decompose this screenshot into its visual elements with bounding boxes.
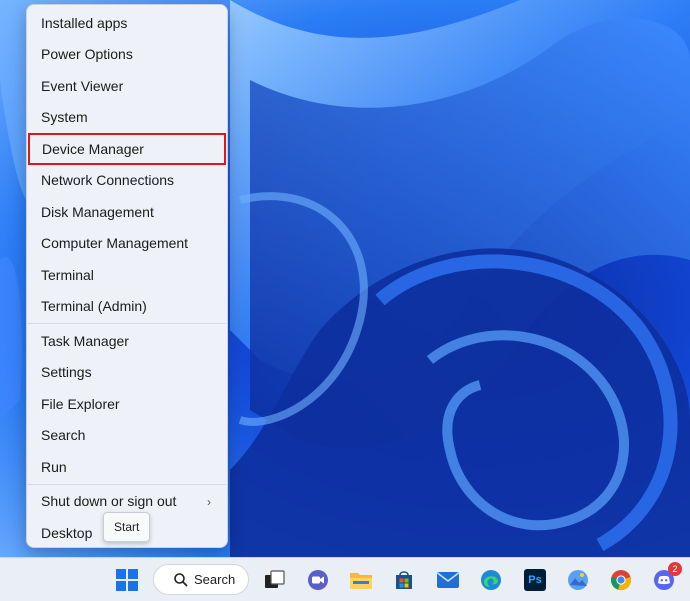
photoshop-icon[interactable]: Ps [521,566,549,594]
notification-badge: 2 [668,562,682,576]
taskbar: Search Ps 2 [0,557,690,601]
microsoft-store-icon[interactable] [390,566,418,594]
winx-context-menu: Installed apps Power Options Event Viewe… [26,4,228,548]
mail-icon[interactable] [434,566,462,594]
edge-icon[interactable] [477,566,505,594]
menu-item-disk-management[interactable]: Disk Management [27,196,227,228]
menu-item-power-options[interactable]: Power Options [27,39,227,71]
menu-item-device-manager[interactable]: Device Manager [28,133,226,165]
menu-item-search[interactable]: Search [27,420,227,452]
menu-item-task-manager[interactable]: Task Manager [27,325,227,357]
menu-separator [28,483,226,485]
file-explorer-icon[interactable] [347,566,375,594]
taskbar-search-box[interactable]: Search [153,564,249,595]
discord-icon[interactable]: 2 [650,562,682,594]
menu-item-computer-management[interactable]: Computer Management [27,228,227,260]
photoshop-label: Ps [524,569,546,591]
video-chat-icon[interactable] [304,566,332,594]
menu-item-network-connections[interactable]: Network Connections [27,165,227,197]
menu-item-run[interactable]: Run [27,451,227,483]
chevron-right-icon: › [207,494,211,509]
task-view-icon[interactable] [261,566,289,594]
menu-item-shut-down-label: Shut down or sign out [41,493,177,510]
menu-item-event-viewer[interactable]: Event Viewer [27,70,227,102]
menu-item-installed-apps[interactable]: Installed apps [27,7,227,39]
menu-item-file-explorer[interactable]: File Explorer [27,388,227,420]
search-icon [174,572,188,587]
menu-item-settings[interactable]: Settings [27,357,227,389]
windows-start-icon[interactable] [113,566,141,594]
menu-item-system[interactable]: System [27,102,227,134]
menu-item-terminal-admin[interactable]: Terminal (Admin) [27,291,227,323]
menu-separator [28,323,226,324]
menu-item-terminal[interactable]: Terminal [27,259,227,291]
chrome-icon[interactable] [607,566,635,594]
start-tooltip: Start [103,512,151,542]
photos-icon[interactable] [564,566,592,594]
search-label: Search [194,572,236,587]
